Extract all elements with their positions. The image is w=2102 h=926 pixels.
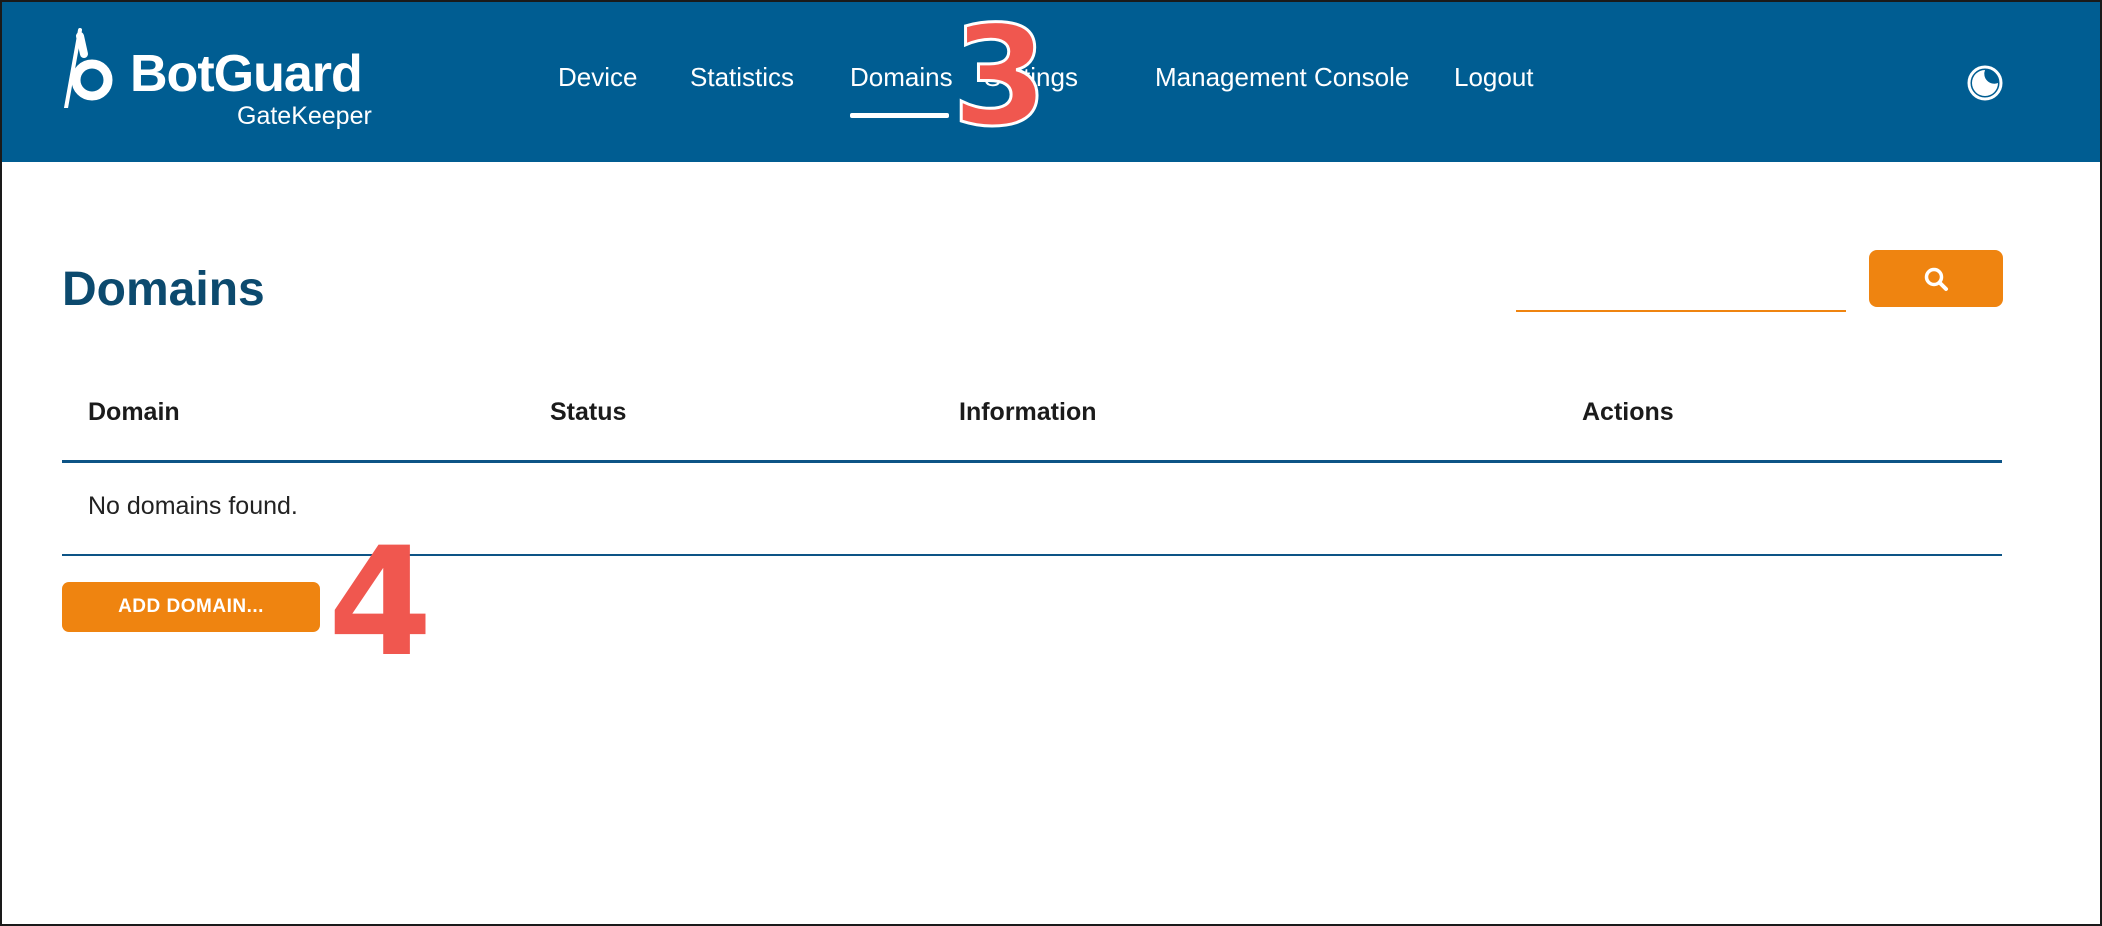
add-domain-button[interactable]: ADD DOMAIN... — [62, 582, 320, 632]
botguard-logo-icon — [64, 28, 113, 108]
nav-management-console[interactable]: Management Console — [1155, 62, 1409, 93]
nav-domains[interactable]: Domains — [850, 62, 953, 93]
theme-toggle-button[interactable] — [1966, 64, 2004, 102]
theme-toggle-icon — [1967, 65, 2003, 101]
column-header-status[interactable]: Status — [550, 398, 626, 427]
nav-active-indicator — [850, 113, 949, 118]
brand-name: BotGuard — [130, 45, 363, 103]
empty-state-message: No domains found. — [88, 492, 298, 520]
annotation-marker-4: 4 — [328, 516, 433, 690]
brand-logo[interactable]: BotGuard GateKeeper — [62, 26, 382, 136]
brand-subtitle: GateKeeper — [237, 102, 372, 130]
top-navbar: BotGuard GateKeeper Device Statistics Do… — [2, 2, 2100, 162]
page-title: Domains — [62, 263, 265, 316]
search-icon — [1924, 267, 1948, 291]
nav-logout[interactable]: Logout — [1454, 62, 1534, 93]
column-header-actions: Actions — [1582, 398, 1674, 426]
nav-device[interactable]: Device — [558, 62, 637, 93]
column-header-information[interactable]: Information — [959, 398, 1097, 427]
column-header-domain[interactable]: Domain — [88, 398, 180, 427]
nav-statistics[interactable]: Statistics — [690, 62, 794, 93]
annotation-marker-3: 3 — [950, 0, 1049, 157]
search-button[interactable] — [1869, 250, 2003, 307]
domains-table-header: Domain Status Information Actions — [62, 376, 2002, 463]
search-input[interactable] — [1516, 270, 1846, 312]
